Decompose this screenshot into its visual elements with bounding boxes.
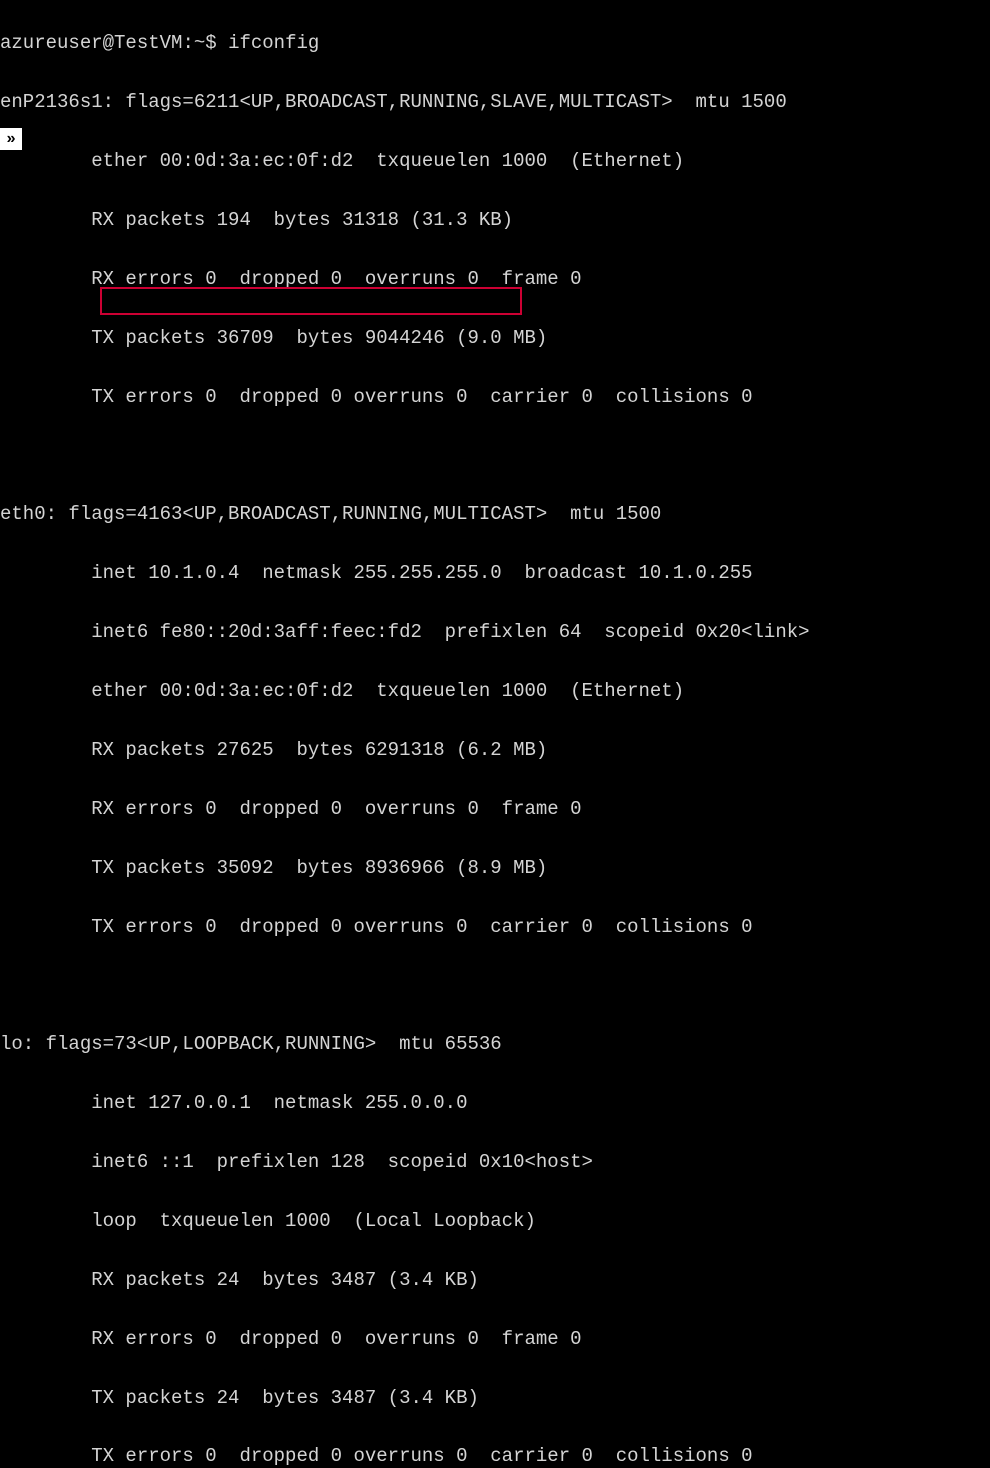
iface-line: RX packets 27625 bytes 6291318 (6.2 MB) (0, 736, 990, 765)
iface-line: RX errors 0 dropped 0 overruns 0 frame 0 (0, 265, 990, 294)
prompt-line: azureuser@TestVM:~$ ifconfig (0, 29, 990, 58)
prompt-path: ~ (194, 32, 205, 54)
prompt-symbol: $ (205, 32, 216, 54)
iface-header: eth0: flags=4163<UP,BROADCAST,RUNNING,MU… (0, 500, 990, 529)
iface-line: RX errors 0 dropped 0 overruns 0 frame 0 (0, 1325, 990, 1354)
prompt-user: azureuser (0, 32, 103, 54)
iface-line: inet 127.0.0.1 netmask 255.0.0.0 (0, 1089, 990, 1118)
iface-line: TX errors 0 dropped 0 overruns 0 carrier… (0, 383, 990, 412)
iface-header: enP2136s1: flags=6211<UP,BROADCAST,RUNNI… (0, 88, 990, 117)
iface-line: TX errors 0 dropped 0 overruns 0 carrier… (0, 913, 990, 942)
iface-line: TX errors 0 dropped 0 overruns 0 carrier… (0, 1442, 990, 1468)
blank-line (0, 971, 990, 1000)
iface-line: TX packets 36709 bytes 9044246 (9.0 MB) (0, 324, 990, 353)
iface-header: lo: flags=73<UP,LOOPBACK,RUNNING> mtu 65… (0, 1030, 990, 1059)
blank-line (0, 442, 990, 471)
iface-line: RX errors 0 dropped 0 overruns 0 frame 0 (0, 795, 990, 824)
iface-line: RX packets 24 bytes 3487 (3.4 KB) (0, 1266, 990, 1295)
iface-line-highlighted: inet6 fe80::20d:3aff:feec:fd2 prefixlen … (0, 618, 990, 647)
iface-line: inet6 ::1 prefixlen 128 scopeid 0x10<hos… (0, 1148, 990, 1177)
iface-line: loop txqueuelen 1000 (Local Loopback) (0, 1207, 990, 1236)
iface-line: TX packets 35092 bytes 8936966 (8.9 MB) (0, 854, 990, 883)
iface-line: inet 10.1.0.4 netmask 255.255.255.0 broa… (0, 559, 990, 588)
iface-line: ether 00:0d:3a:ec:0f:d2 txqueuelen 1000 … (0, 677, 990, 706)
iface-line: ether 00:0d:3a:ec:0f:d2 txqueuelen 1000 … (0, 147, 990, 176)
terminal-output[interactable]: azureuser@TestVM:~$ ifconfig enP2136s1: … (0, 0, 990, 1468)
iface-line: RX packets 194 bytes 31318 (31.3 KB) (0, 206, 990, 235)
iface-line: TX packets 24 bytes 3487 (3.4 KB) (0, 1384, 990, 1413)
chevron-right-icon: » (0, 128, 22, 150)
command-text: ifconfig (228, 32, 319, 54)
prompt-host: TestVM (114, 32, 182, 54)
